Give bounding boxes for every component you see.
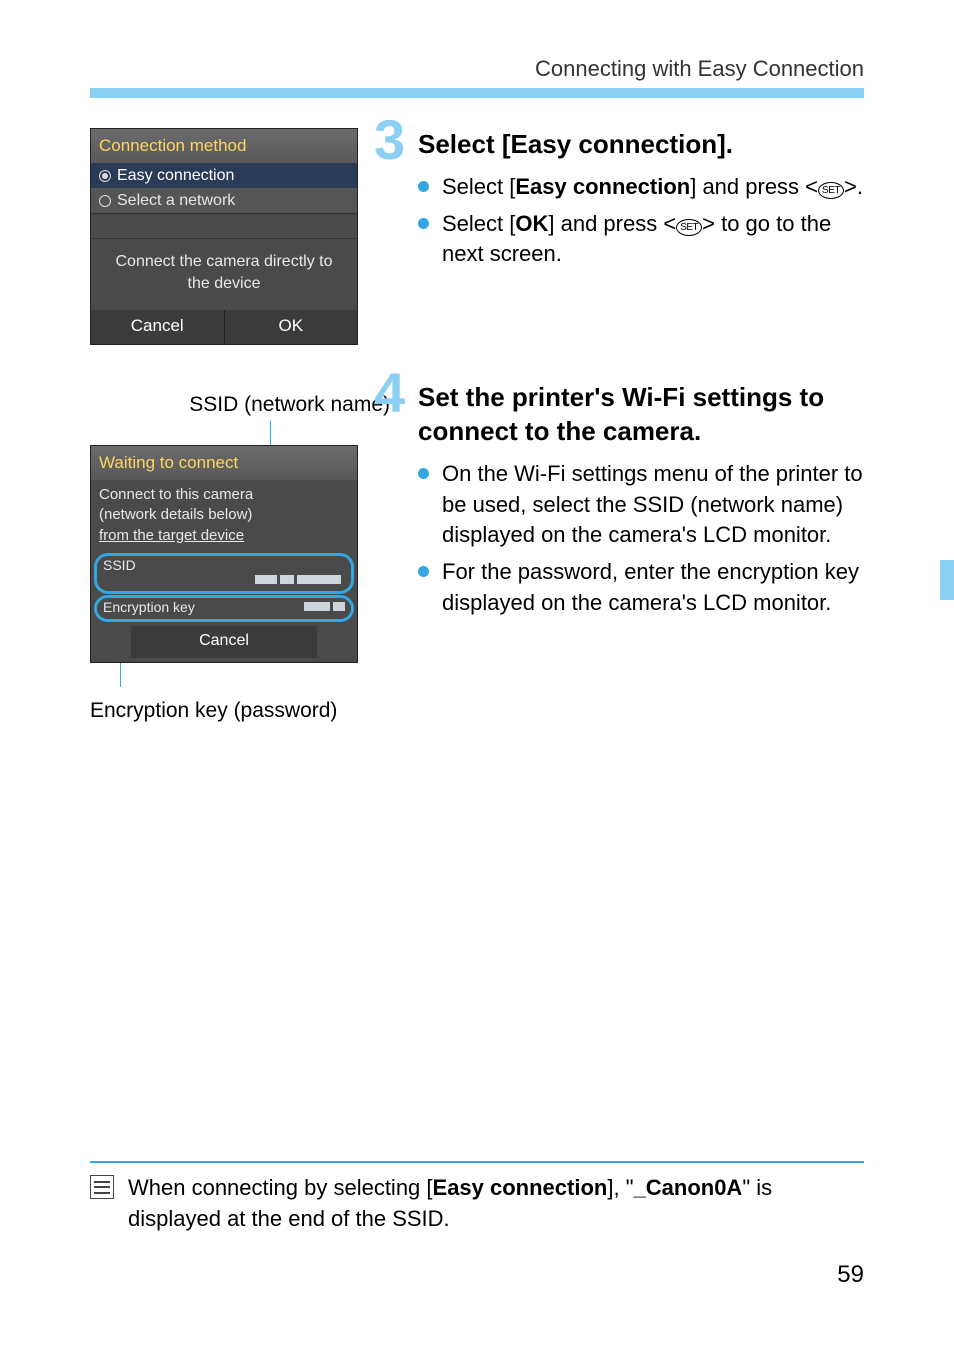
- instruction-bullet: Select [Easy connection] and press <SET>…: [442, 172, 864, 203]
- pointer-line: [90, 421, 358, 445]
- step-number-3: 3: [374, 112, 405, 168]
- note-text: When connecting by selecting [Easy conne…: [128, 1173, 864, 1235]
- lcd-ok-button: OK: [224, 310, 358, 344]
- lcd-screenshot-waiting: Waiting to connect Connect to this camer…: [90, 445, 358, 663]
- radio-selected-icon: [99, 170, 111, 182]
- side-tab: [940, 560, 954, 600]
- lcd-cancel-button: Cancel: [131, 626, 317, 658]
- lcd-option-label: Select a network: [117, 192, 235, 210]
- page-number: 59: [837, 1261, 864, 1289]
- caption-encryption-key: Encryption key (password): [90, 699, 390, 723]
- lcd-screenshot-connection-method: Connection method Easy connection Select…: [90, 128, 358, 345]
- instruction-bullet: For the password, enter the encryption k…: [442, 557, 864, 619]
- lcd-info: Connect to this camera (network details …: [91, 480, 357, 552]
- step-number-4: 4: [374, 365, 405, 421]
- lcd-option-label: Easy connection: [117, 167, 234, 185]
- footer-note: When connecting by selecting [Easy conne…: [90, 1161, 864, 1235]
- lcd-message: Connect the camera directly to the devic…: [91, 239, 357, 310]
- lcd-spacer: [91, 213, 357, 239]
- step-title: Select [Easy connection].: [418, 128, 864, 162]
- lcd-title: Waiting to connect: [91, 446, 357, 480]
- header-rule: [90, 88, 864, 98]
- lcd-title: Connection method: [91, 129, 357, 163]
- note-icon: [90, 1175, 114, 1199]
- step-title: Set the printer's Wi-Fi settings to conn…: [418, 381, 864, 449]
- lcd-ssid-field: SSID: [94, 553, 354, 594]
- radio-unselected-icon: [99, 195, 111, 207]
- lcd-option-select-network: Select a network: [91, 188, 357, 213]
- instruction-bullet: On the Wi-Fi settings menu of the printe…: [442, 459, 864, 551]
- lcd-encryption-key-field: Encryption key: [94, 595, 354, 622]
- header-breadcrumb: Connecting with Easy Connection: [535, 56, 864, 82]
- lcd-cancel-button: Cancel: [91, 310, 224, 344]
- lcd-option-easy-connection: Easy connection: [91, 163, 357, 188]
- instruction-bullet: Select [OK] and press <SET> to go to the…: [442, 209, 864, 271]
- set-icon: SET: [818, 182, 844, 199]
- pointer-line: [90, 663, 358, 687]
- set-icon: SET: [676, 219, 702, 236]
- caption-ssid: SSID (network name): [90, 393, 390, 417]
